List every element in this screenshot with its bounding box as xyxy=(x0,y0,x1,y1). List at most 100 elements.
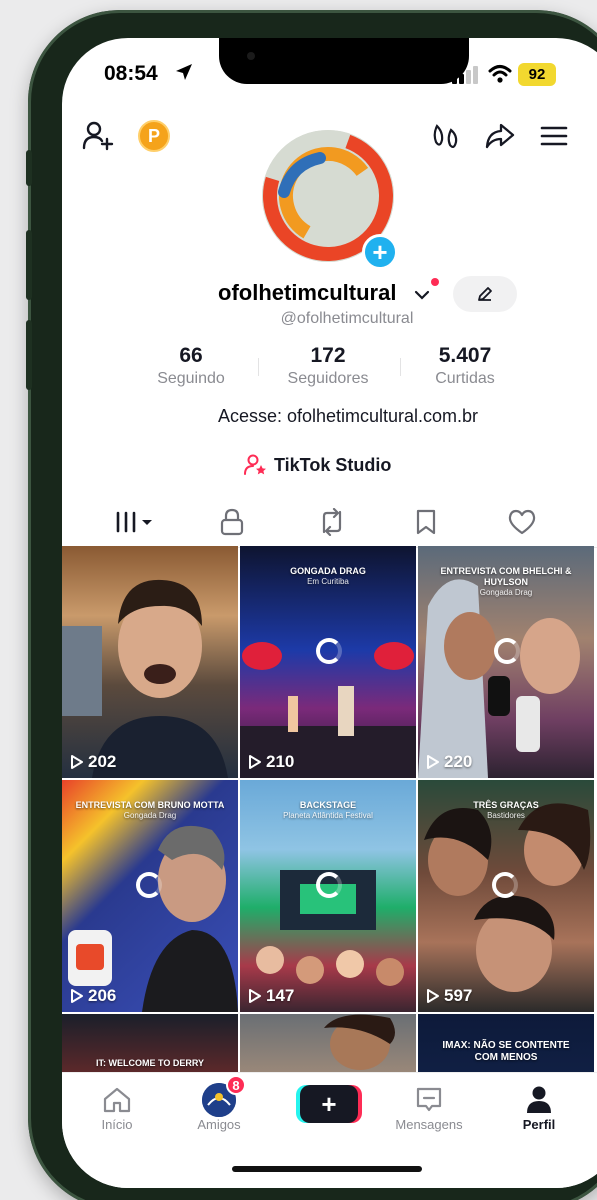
stat-following[interactable]: 66 Seguindo xyxy=(148,344,234,388)
video-caption: TRÊS GRAÇAS Bastidores xyxy=(418,800,594,820)
profile-username[interactable]: ofolhetimcultural xyxy=(218,280,396,306)
side-button-volume-up xyxy=(26,230,32,300)
stat-label: Seguidores xyxy=(287,370,369,387)
video-caption: IMAX: NÃO SE CONTENTE COM MENOS xyxy=(418,1040,594,1064)
share-arrow-icon xyxy=(485,123,515,149)
stat-label: Curtidas xyxy=(435,370,495,387)
stat-value: 66 xyxy=(179,344,203,367)
tab-videos[interactable] xyxy=(112,506,158,538)
add-user-icon xyxy=(82,121,114,151)
tiktok-studio-button[interactable]: TikTok Studio xyxy=(244,450,391,480)
video-title: GONGADA DRAG xyxy=(290,566,366,576)
studio-user-star-icon xyxy=(244,454,266,475)
studio-label: TikTok Studio xyxy=(274,454,392,475)
footprint-button[interactable] xyxy=(428,118,464,154)
friends-badge: 8 xyxy=(226,1075,246,1095)
view-count-value: 202 xyxy=(88,752,117,771)
heart-icon xyxy=(508,509,536,535)
side-button-silent xyxy=(26,150,32,186)
profile-handle: @ofolhetimcultural xyxy=(280,310,414,327)
repost-icon xyxy=(322,508,342,536)
lock-icon xyxy=(220,508,244,536)
video-thumbnail[interactable]: TRÊS GRAÇAS Bastidores 597 xyxy=(418,780,594,1012)
video-caption: BACKSTAGE Planeta Atlântida Festival xyxy=(240,800,416,820)
video-thumbnail[interactable]: ENTREVISTA COM BRUNO MOTTA Gongada Drag 2… xyxy=(62,780,238,1012)
video-thumbnail[interactable]: GONGADA DRAG Em Curitiba 210 xyxy=(240,546,416,778)
stat-value: 5.407 xyxy=(438,344,492,367)
stat-divider xyxy=(258,358,259,376)
nav-friends[interactable]: 8 Amigos xyxy=(174,1075,264,1132)
loading-spinner-icon xyxy=(136,872,162,898)
notification-dot xyxy=(431,278,439,286)
side-button-volume-down xyxy=(26,320,32,390)
video-title: BACKSTAGE xyxy=(299,800,357,810)
play-icon xyxy=(249,755,261,769)
profile-bio-link[interactable]: Acesse: ofolhetimcultural.com.br xyxy=(62,406,597,427)
tab-liked[interactable] xyxy=(502,506,542,538)
profile-person-icon xyxy=(527,1086,551,1113)
loading-spinner-icon xyxy=(494,638,520,664)
video-subtitle: Planeta Atlântida Festival xyxy=(283,810,373,820)
video-title: IMAX: NÃO SE CONTENTE COM MENOS xyxy=(442,1040,570,1063)
video-thumbnail[interactable]: ENTREVISTA COM BHELCHI & HUYLSON Gongada … xyxy=(418,546,594,778)
status-bar: 08:54 92 xyxy=(62,56,597,96)
cellular-signal-icon xyxy=(452,66,478,84)
play-icon xyxy=(427,989,439,1003)
view-count: 210 xyxy=(248,752,294,772)
video-caption: ENTREVISTA COM BRUNO MOTTA Gongada Drag xyxy=(62,800,238,820)
video-thumbnail[interactable]: BACKSTAGE Planeta Atlântida Festival 147 xyxy=(240,780,416,1012)
stat-followers[interactable]: 172 Seguidores xyxy=(274,344,382,388)
device-frame: 08:54 92 P + ofolhetimcultural @ofolheti… xyxy=(0,0,597,1200)
profile-avatar[interactable]: + xyxy=(262,130,398,270)
loading-spinner-icon xyxy=(492,872,518,898)
edit-profile-button[interactable] xyxy=(453,276,517,312)
add-story-button[interactable]: + xyxy=(362,234,398,270)
video-caption: ENTREVISTA COM BHELCHI & HUYLSON Gongada … xyxy=(418,566,594,597)
play-icon xyxy=(71,755,83,769)
video-caption: GONGADA DRAG Em Curitiba xyxy=(240,566,416,586)
screen: 08:54 92 P + ofolhetimcultural @ofolheti… xyxy=(62,38,597,1188)
video-thumbnail[interactable]: 202 xyxy=(62,546,238,778)
video-title: ENTREVISTA COM BRUNO MOTTA xyxy=(75,800,225,810)
profile-tabs xyxy=(62,500,597,548)
view-count-value: 220 xyxy=(444,752,473,771)
coins-button[interactable]: P xyxy=(138,120,170,152)
nav-messages-label: Mensagens xyxy=(395,1117,463,1132)
tab-reposts[interactable] xyxy=(312,506,352,538)
add-friend-button[interactable] xyxy=(80,118,116,154)
friends-avatar: 8 xyxy=(202,1075,246,1117)
nav-home[interactable]: Início xyxy=(72,1083,162,1132)
footprint-icon xyxy=(433,124,458,148)
video-caption: IT: WELCOME TO DERRY xyxy=(62,1058,238,1069)
view-count-value: 147 xyxy=(266,986,295,1005)
view-count-value: 206 xyxy=(88,986,117,1005)
home-icon xyxy=(103,1087,131,1113)
location-arrow-icon xyxy=(176,64,192,80)
nav-profile[interactable]: Perfil xyxy=(494,1083,584,1132)
chevron-down-icon[interactable] xyxy=(414,288,430,302)
grid-bars-icon xyxy=(116,511,152,533)
bookmark-icon xyxy=(416,509,436,535)
video-subtitle: Gongada Drag xyxy=(123,810,177,820)
battery-indicator: 92 xyxy=(518,63,556,86)
profile-stats: 66 Seguindo 172 Seguidores 5.407 Curtida… xyxy=(62,344,597,396)
video-title: IT: WELCOME TO DERRY xyxy=(96,1058,204,1068)
menu-button[interactable] xyxy=(536,118,572,154)
nav-home-label: Início xyxy=(101,1117,133,1132)
message-icon xyxy=(416,1087,442,1112)
share-profile-button[interactable] xyxy=(482,118,518,154)
play-icon xyxy=(71,989,83,1003)
loading-spinner-icon xyxy=(316,638,342,664)
wifi-icon xyxy=(488,65,512,83)
tab-private[interactable] xyxy=(212,506,252,538)
stat-likes[interactable]: 5.407 Curtidas xyxy=(420,344,510,388)
stat-value: 172 xyxy=(310,344,346,367)
create-button[interactable]: + xyxy=(300,1085,358,1123)
view-count: 220 xyxy=(426,752,472,772)
view-count: 597 xyxy=(426,986,472,1006)
video-grid: 202 GONGADA DRAG Em Curitiba 210 ENTREVI… xyxy=(62,546,597,1086)
nav-messages[interactable]: Mensagens xyxy=(384,1083,474,1132)
view-count-value: 597 xyxy=(444,986,473,1005)
view-count-value: 210 xyxy=(266,752,295,771)
tab-saved[interactable] xyxy=(406,506,446,538)
